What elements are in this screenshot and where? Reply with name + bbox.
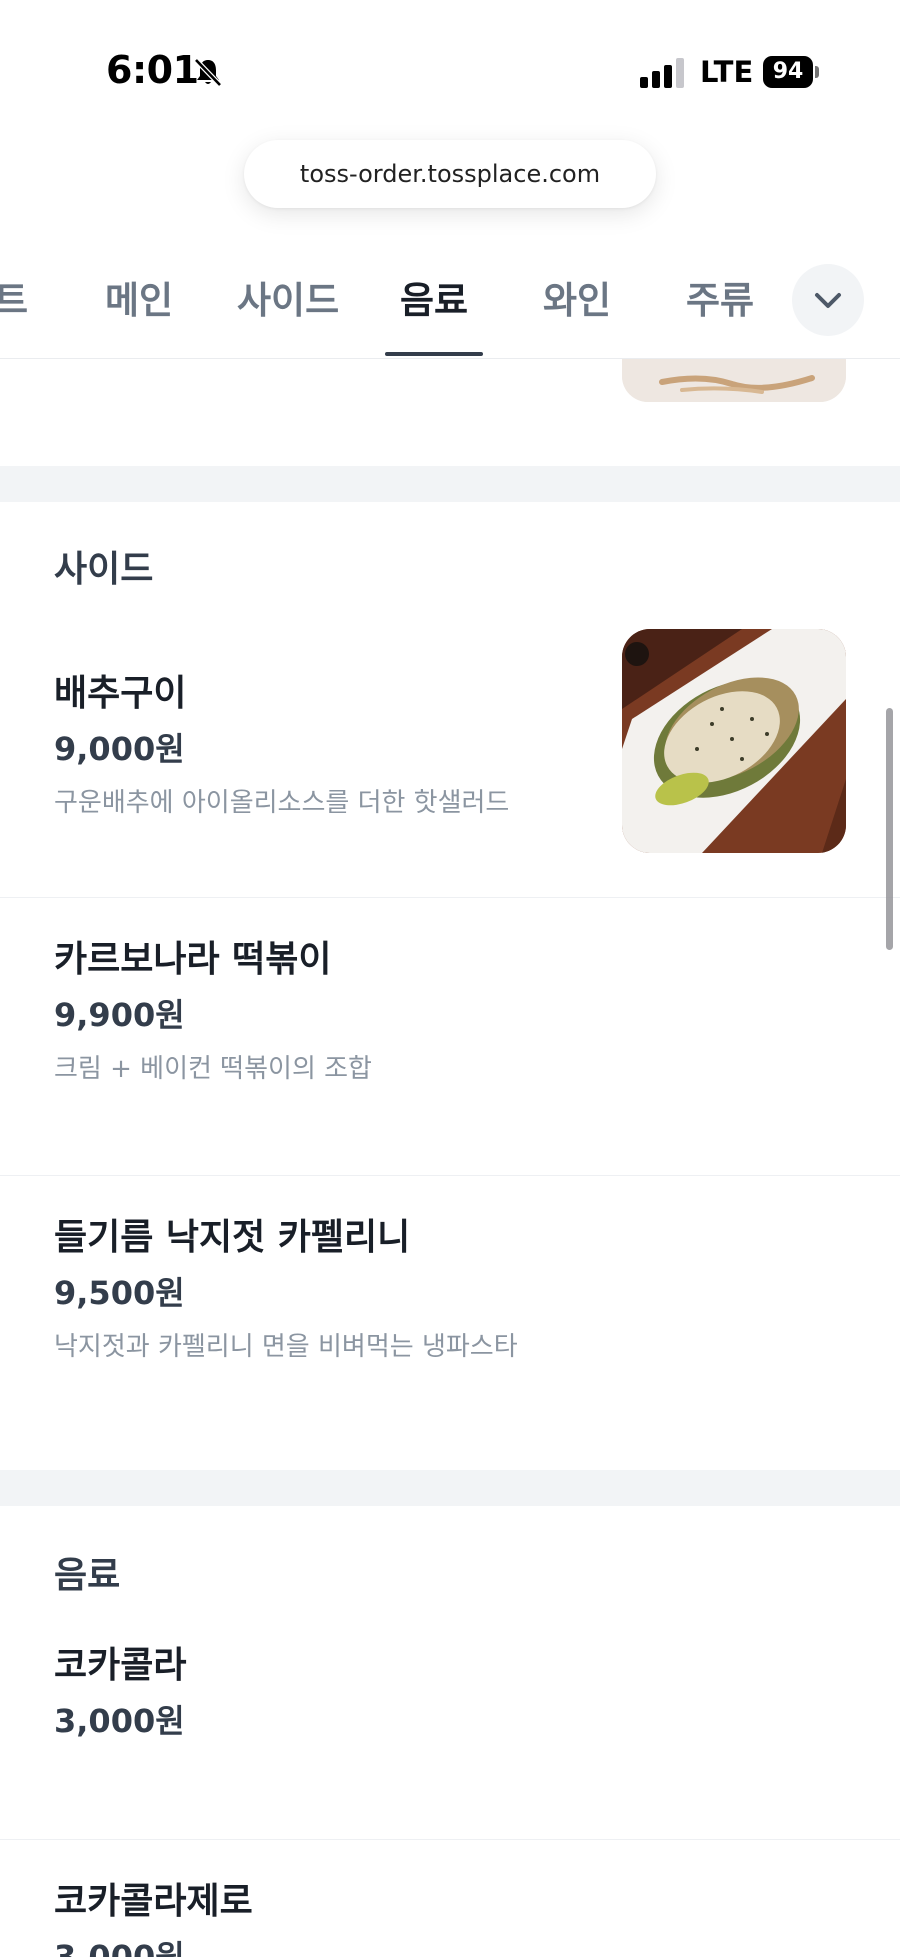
url-bar[interactable]: toss-order.tossplace.com (244, 140, 656, 208)
tab-main[interactable]: 메인 (105, 270, 173, 324)
section-gap (0, 1470, 900, 1506)
item-image (622, 629, 846, 853)
status-bar: 6:01 LTE 94 (0, 0, 900, 140)
menu-list[interactable]: 사이드 배추구이 9,000원 구운배추에 아이올리소스를 더한 핫샐러드 카르… (0, 358, 900, 1957)
active-tab-indicator (385, 352, 483, 356)
bell-muted-icon (194, 58, 222, 87)
item-price: 9,900원 (54, 996, 185, 1034)
tab-side[interactable]: 사이드 (237, 270, 339, 324)
item-description: 구운배추에 아이올리소스를 더한 핫샐러드 (54, 788, 510, 818)
item-name: 카르보나라 떡볶이 (54, 939, 332, 980)
item-price: 3,000원 (54, 1938, 185, 1957)
item-price: 9,500원 (54, 1274, 185, 1312)
section-title-side: 사이드 (54, 549, 154, 590)
tab-drinks[interactable]: 음료 (400, 270, 468, 324)
section-title-drinks: 음료 (54, 1555, 121, 1596)
tab-set[interactable]: 트 (0, 270, 28, 324)
tab-liquor[interactable]: 주류 (686, 270, 754, 324)
item-name: 배추구이 (54, 673, 187, 714)
cellular-signal-icon (640, 58, 684, 88)
item-divider (0, 897, 900, 898)
item-price: 9,000원 (54, 730, 185, 768)
expand-categories-button[interactable] (792, 264, 864, 336)
chevron-down-icon (815, 293, 841, 308)
item-name: 들기름 낙지젓 카펠리니 (54, 1217, 411, 1258)
status-time: 6:01 (106, 48, 199, 92)
scrollbar[interactable] (886, 708, 893, 950)
item-name: 코카콜라 (54, 1645, 187, 1686)
item-price: 3,000원 (54, 1702, 185, 1740)
item-name: 코카콜라제로 (54, 1881, 253, 1922)
tab-wine[interactable]: 와인 (543, 270, 611, 324)
battery-level: 94 (772, 59, 804, 84)
item-divider (0, 1175, 900, 1176)
previous-item-image (622, 358, 846, 402)
network-type: LTE (700, 55, 754, 89)
item-divider (0, 1839, 900, 1840)
section-gap (0, 466, 900, 502)
item-description: 크림 + 베이컨 떡볶이의 조합 (54, 1054, 372, 1084)
battery-icon: 94 (763, 56, 819, 88)
item-description: 낙지젓과 카펠리니 면을 비벼먹는 냉파스타 (54, 1332, 518, 1362)
category-tabs: 트 메인 사이드 음료 와인 주류 (0, 242, 900, 359)
